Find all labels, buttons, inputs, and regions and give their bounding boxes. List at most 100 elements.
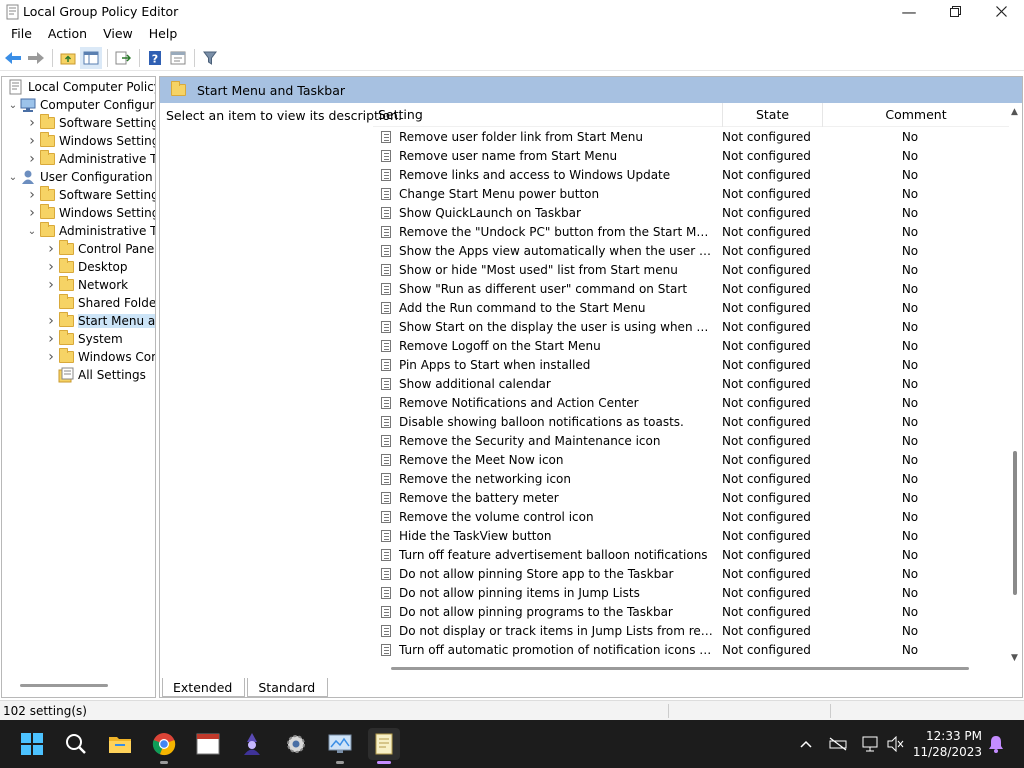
- restore-button[interactable]: [932, 0, 978, 23]
- vertical-scrollbar[interactable]: ▲ ▼: [1009, 103, 1022, 663]
- back-button[interactable]: [2, 47, 24, 69]
- chevron-right-icon[interactable]: ›: [44, 348, 58, 366]
- table-row[interactable]: Remove the volume control icon Not config…: [373, 507, 1009, 526]
- taskbar-file-explorer[interactable]: [104, 728, 136, 760]
- chevron-right-icon[interactable]: ›: [25, 204, 39, 222]
- export-list-button[interactable]: [112, 47, 134, 69]
- chevron-down-icon[interactable]: ⌄: [6, 96, 20, 114]
- table-row[interactable]: Disable showing balloon notifications as…: [373, 412, 1009, 431]
- filter-button[interactable]: [199, 47, 221, 69]
- table-row[interactable]: Show Start on the display the user is us…: [373, 317, 1009, 336]
- table-row[interactable]: Do not allow pinning items in Jump Lists…: [373, 583, 1009, 602]
- tree-node[interactable]: ⌄ Administrative Te: [25, 222, 155, 240]
- show-hidden-icons-button[interactable]: [796, 734, 816, 754]
- taskbar-network-gear-app[interactable]: [280, 728, 312, 760]
- minimize-button[interactable]: —: [886, 0, 932, 23]
- tree-node[interactable]: › Windows Cor: [44, 348, 155, 366]
- column-header-state[interactable]: State: [723, 103, 823, 127]
- chevron-right-icon[interactable]: ›: [44, 330, 58, 348]
- table-row[interactable]: Turn off automatic promotion of notifica…: [373, 640, 1009, 659]
- chevron-right-icon[interactable]: ›: [25, 114, 39, 132]
- table-row[interactable]: Remove user folder link from Start Menu N…: [373, 127, 1009, 146]
- tree-node[interactable]: › Windows Setting: [25, 132, 155, 150]
- table-row[interactable]: Turn off feature advertisement balloon n…: [373, 545, 1009, 564]
- table-row[interactable]: Remove the networking icon Not configured…: [373, 469, 1009, 488]
- console-tree[interactable]: Local Computer Policy ⌄ Computer Configura…: [1, 76, 156, 698]
- table-row[interactable]: Remove the "Undock PC" button from the S…: [373, 222, 1009, 241]
- table-row[interactable]: Do not allow pinning programs to the Tas…: [373, 602, 1009, 621]
- tree-node[interactable]: › Desktop: [44, 258, 128, 276]
- table-row[interactable]: Show or hide "Most used" list from Start…: [373, 260, 1009, 279]
- tab-standard[interactable]: Standard: [247, 678, 329, 697]
- tree-node[interactable]: All Settings: [44, 366, 146, 384]
- chevron-down-icon[interactable]: ⌄: [6, 168, 20, 186]
- horizontal-scrollbar[interactable]: [373, 663, 1009, 673]
- tree-node[interactable]: › Start Menu ar: [44, 312, 155, 330]
- menu-view[interactable]: View: [95, 26, 141, 41]
- tree-node[interactable]: ⌄ User Configuration: [6, 168, 153, 186]
- taskbar-wizard-app[interactable]: [236, 728, 268, 760]
- table-row[interactable]: Change Start Menu power button Not config…: [373, 184, 1009, 203]
- tree-node[interactable]: Local Computer Policy: [6, 78, 155, 96]
- tab-extended[interactable]: Extended: [162, 678, 246, 697]
- table-row[interactable]: Show the Apps view automatically when th…: [373, 241, 1009, 260]
- table-row[interactable]: Remove user name from Start Menu Not conf…: [373, 146, 1009, 165]
- tray-drive-icon[interactable]: [828, 734, 848, 754]
- column-header-setting[interactable]: Setting: [373, 103, 723, 127]
- properties-button[interactable]: [167, 47, 189, 69]
- scroll-down-arrow-icon[interactable]: ▼: [1011, 653, 1018, 663]
- forward-button[interactable]: [25, 47, 47, 69]
- table-row[interactable]: Show "Run as different user" command on …: [373, 279, 1009, 298]
- table-row[interactable]: Do not allow pinning Store app to the Ta…: [373, 564, 1009, 583]
- chevron-right-icon[interactable]: ›: [44, 258, 58, 276]
- help-button[interactable]: ?: [144, 47, 166, 69]
- menu-action[interactable]: Action: [40, 26, 95, 41]
- table-row[interactable]: Remove links and access to Windows Updat…: [373, 165, 1009, 184]
- taskbar-chrome[interactable]: [148, 728, 180, 764]
- taskbar-group-policy-editor[interactable]: [368, 728, 400, 764]
- tree-node[interactable]: › System: [44, 330, 123, 348]
- tree-node[interactable]: › Software Settings: [25, 186, 155, 204]
- tree-node[interactable]: › Administrative Te: [25, 150, 155, 168]
- search-button[interactable]: [60, 728, 92, 760]
- chevron-right-icon[interactable]: ›: [25, 150, 39, 168]
- start-button[interactable]: [16, 728, 48, 760]
- table-row[interactable]: Remove Logoff on the Start Menu Not confi…: [373, 336, 1009, 355]
- table-row[interactable]: Show QuickLaunch on Taskbar Not configure…: [373, 203, 1009, 222]
- chevron-right-icon[interactable]: ›: [44, 240, 58, 258]
- taskbar-window-app[interactable]: [192, 728, 224, 760]
- table-row[interactable]: Hide the TaskView button Not configured No: [373, 526, 1009, 545]
- chevron-right-icon[interactable]: ›: [44, 276, 58, 294]
- show-hide-tree-button[interactable]: [80, 46, 102, 69]
- tree-node[interactable]: › Control Panel: [44, 240, 155, 258]
- vertical-scroll-thumb[interactable]: [1013, 451, 1017, 595]
- up-one-level-button[interactable]: [57, 47, 79, 69]
- taskbar-monitor-app[interactable]: [324, 728, 356, 764]
- tree-node[interactable]: ⌄ Computer Configura: [6, 96, 155, 114]
- scroll-up-arrow-icon[interactable]: ▲: [1011, 107, 1018, 117]
- close-button[interactable]: [978, 0, 1024, 23]
- table-row[interactable]: Remove the Meet Now icon Not configured No: [373, 450, 1009, 469]
- taskbar-clock[interactable]: 12:33 PM 11/28/2023: [913, 728, 982, 760]
- menu-help[interactable]: Help: [141, 26, 186, 41]
- table-row[interactable]: Do not display or track items in Jump Li…: [373, 621, 1009, 640]
- tray-volume-icon[interactable]: [886, 734, 906, 754]
- chevron-down-icon[interactable]: ⌄: [25, 222, 39, 240]
- notifications-button[interactable]: [986, 734, 1006, 754]
- horizontal-scroll-thumb[interactable]: [391, 667, 969, 670]
- table-row[interactable]: Add the Run command to the Start Menu Not…: [373, 298, 1009, 317]
- table-row[interactable]: Pin Apps to Start when installed Not conf…: [373, 355, 1009, 374]
- chevron-right-icon[interactable]: ›: [44, 312, 58, 330]
- chevron-right-icon[interactable]: ›: [25, 186, 39, 204]
- tree-node[interactable]: › Windows Setting: [25, 204, 155, 222]
- table-row[interactable]: Remove the Security and Maintenance icon…: [373, 431, 1009, 450]
- tree-node[interactable]: › Network: [44, 276, 128, 294]
- column-header-comment[interactable]: Comment: [823, 103, 1009, 127]
- table-row[interactable]: Show additional calendar Not configured No: [373, 374, 1009, 393]
- chevron-right-icon[interactable]: ›: [25, 132, 39, 150]
- tree-node[interactable]: Shared Folder: [44, 294, 155, 312]
- table-row[interactable]: Remove Notifications and Action Center No…: [373, 393, 1009, 412]
- table-row[interactable]: Remove the battery meter Not configured No: [373, 488, 1009, 507]
- menu-file[interactable]: File: [3, 26, 40, 41]
- tree-horizontal-scrollbar[interactable]: [20, 684, 108, 687]
